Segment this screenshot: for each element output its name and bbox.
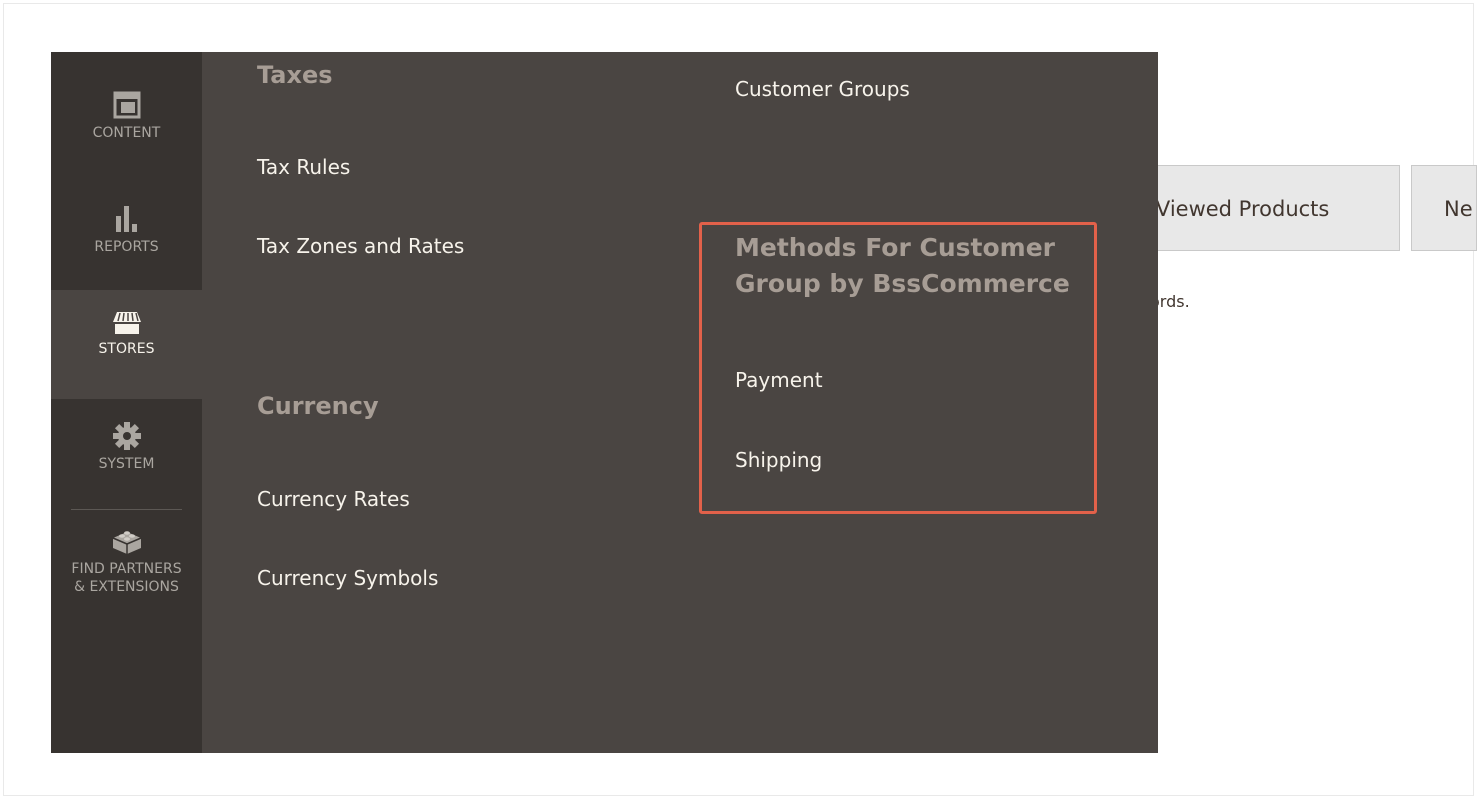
lego-brick-icon bbox=[112, 531, 141, 554]
admin-sidebar: CONTENT REPORTS STORES SYSTEM FIND PARTN… bbox=[51, 52, 202, 753]
menu-link-tax-rules[interactable]: Tax Rules bbox=[257, 153, 350, 181]
bar-chart-icon bbox=[115, 206, 137, 232]
sidebar-item-label: FIND PARTNERS bbox=[71, 561, 182, 577]
menu-link-currency-rates[interactable]: Currency Rates bbox=[257, 485, 410, 513]
menu-link-tax-zones-and-rates[interactable]: Tax Zones and Rates bbox=[257, 232, 464, 260]
sidebar-item-label: STORES bbox=[98, 341, 155, 357]
sidebar-item-label: REPORTS bbox=[94, 239, 159, 255]
menu-link-payment[interactable]: Payment bbox=[735, 366, 823, 394]
menu-link-shipping[interactable]: Shipping bbox=[735, 446, 822, 474]
sidebar-item-label: CONTENT bbox=[92, 125, 161, 141]
sidebar-item-system[interactable]: SYSTEM bbox=[51, 399, 202, 509]
gear-icon bbox=[112, 422, 141, 450]
sidebar-item-reports[interactable]: REPORTS bbox=[51, 192, 202, 302]
tab-new[interactable]: Ne bbox=[1411, 165, 1477, 251]
menu-link-currency-symbols[interactable]: Currency Symbols bbox=[257, 564, 438, 592]
content-icon bbox=[113, 91, 140, 119]
sidebar-item-stores[interactable]: STORES bbox=[51, 290, 202, 399]
store-icon bbox=[112, 312, 141, 334]
sidebar-divider bbox=[71, 509, 182, 510]
menu-link-customer-groups[interactable]: Customer Groups bbox=[735, 75, 910, 103]
section-title-currency: Currency bbox=[257, 392, 379, 420]
sidebar-item-label: & EXTENSIONS bbox=[74, 579, 179, 595]
section-title-taxes: Taxes bbox=[257, 61, 333, 89]
section-title-bss-methods: Methods For Customer Group by BssCommerc… bbox=[735, 233, 1070, 298]
sidebar-item-find-partners[interactable]: FIND PARTNERS & EXTENSIONS bbox=[51, 526, 202, 636]
sidebar-item-label: SYSTEM bbox=[98, 456, 155, 472]
sidebar-item-content[interactable]: CONTENT bbox=[51, 82, 202, 192]
